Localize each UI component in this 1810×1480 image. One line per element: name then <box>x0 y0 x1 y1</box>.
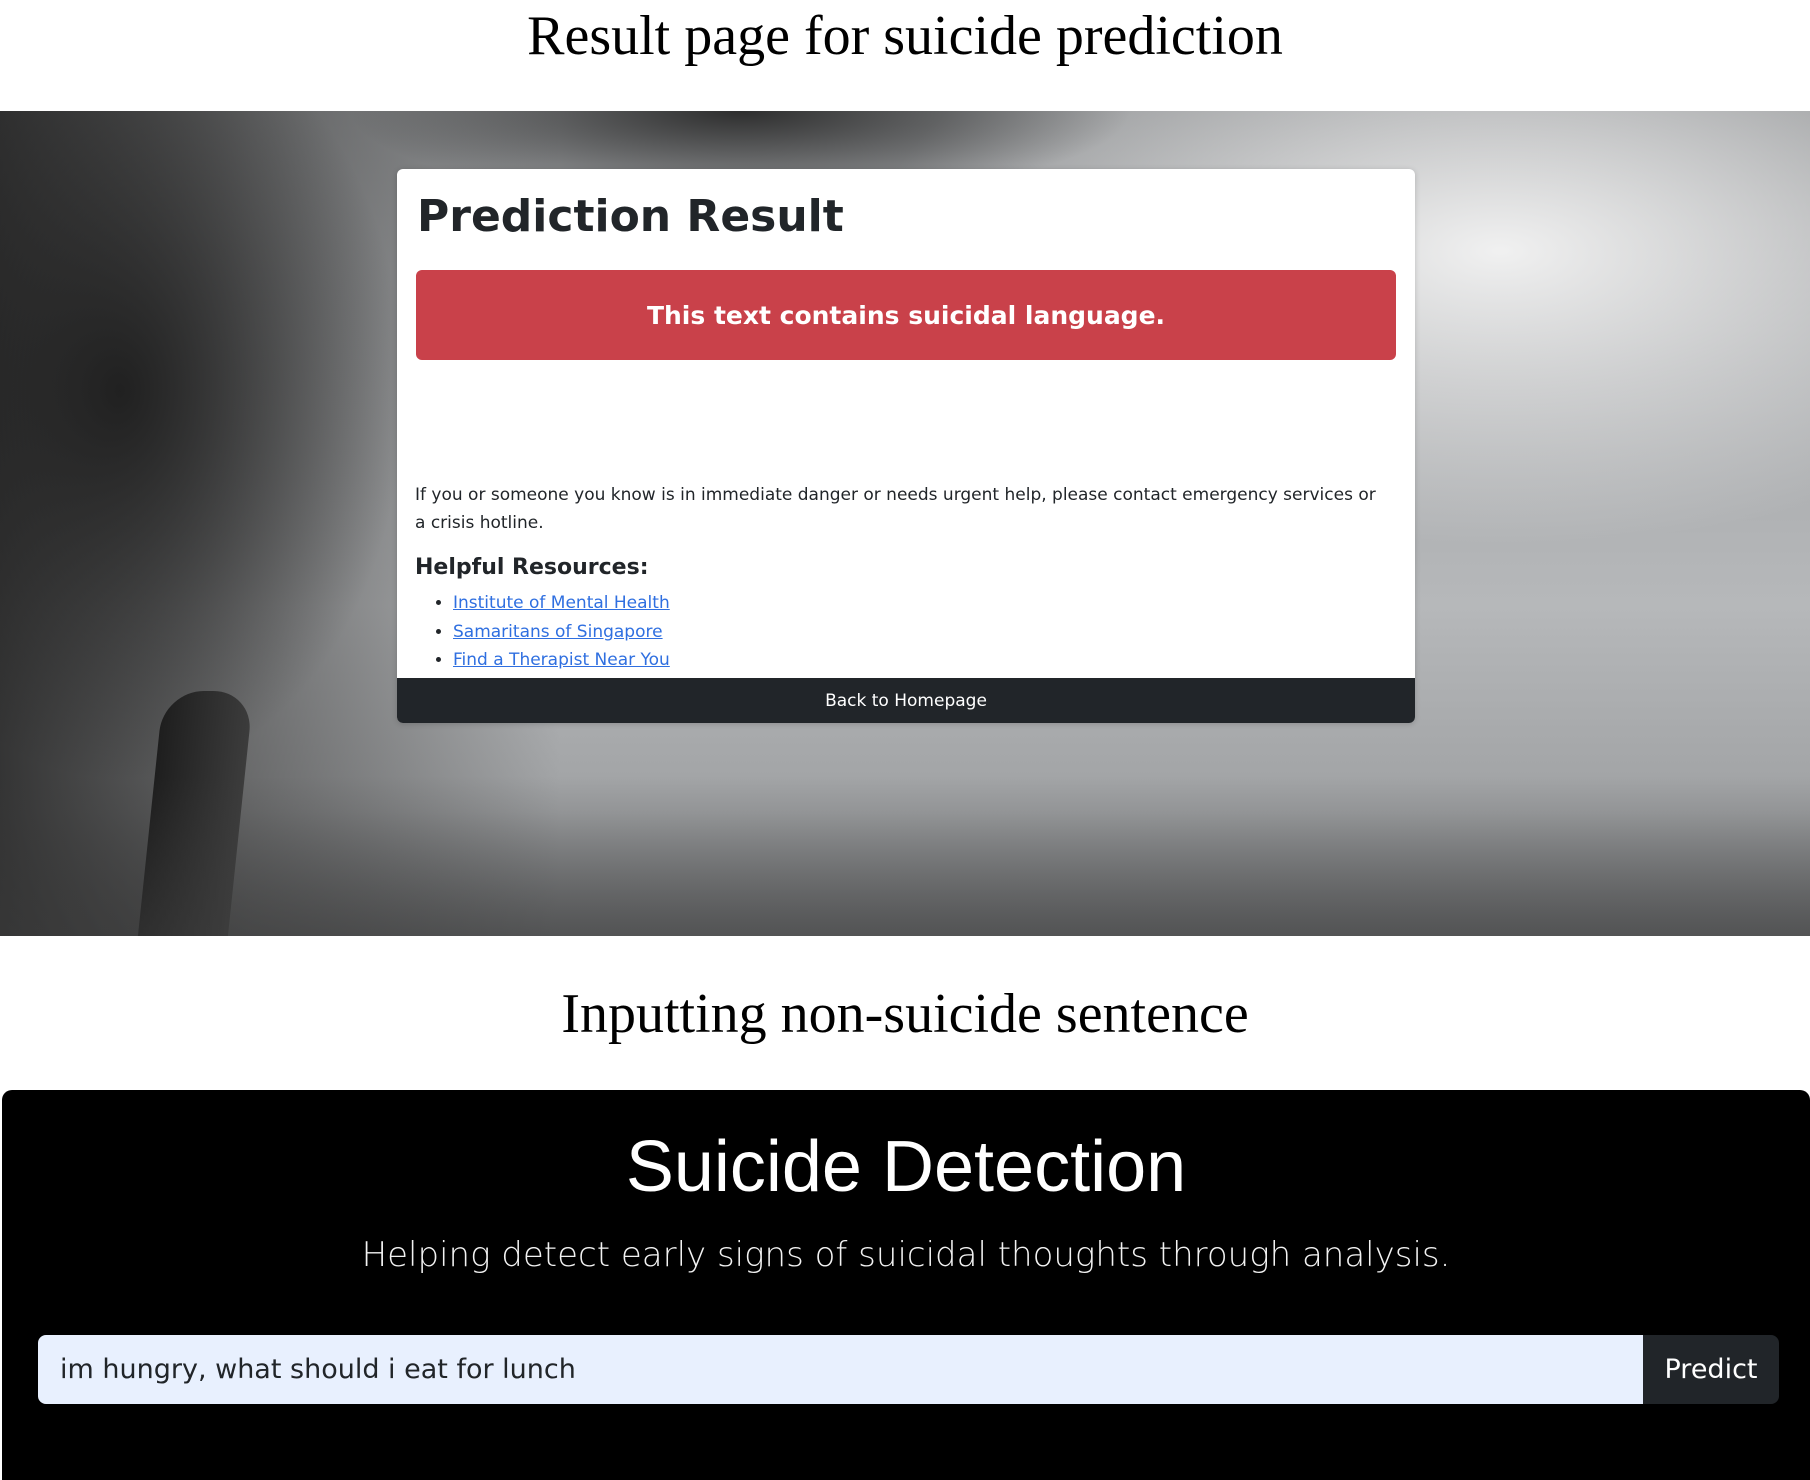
sentence-input[interactable] <box>38 1335 1643 1404</box>
caption-input-page: Inputting non-suicide sentence <box>561 983 1249 1045</box>
app-subtitle: Helping detect early signs of suicidal t… <box>361 1235 1451 1275</box>
caption-result-page: Result page for suicide prediction <box>527 5 1283 67</box>
resources-heading: Helpful Resources: <box>415 555 649 580</box>
help-text: If you or someone you know is in immedia… <box>415 485 1376 533</box>
back-button-label: Back to Homepage <box>825 690 987 711</box>
ground-shadow <box>0 776 1810 936</box>
list-item: Find a Therapist Near You <box>453 646 670 675</box>
list-item: Samaritans of Singapore <box>453 618 670 647</box>
app-title: Suicide Detection <box>625 1127 1187 1207</box>
resource-link-find-a-therapist[interactable]: Find a Therapist Near You <box>453 650 670 670</box>
list-item: Institute of Mental Health <box>453 589 670 618</box>
resource-link-institute-of-mental-health[interactable]: Institute of Mental Health <box>453 593 670 613</box>
result-card: Prediction Result This text contains sui… <box>397 169 1415 723</box>
resources-list: Institute of Mental Health Samaritans of… <box>415 589 670 675</box>
input-page-screenshot: Suicide Detection Helping detect early s… <box>2 1090 1810 1480</box>
page-title: Prediction Result <box>417 191 844 242</box>
prediction-form: Predict <box>38 1335 1779 1404</box>
back-to-homepage-button[interactable]: Back to Homepage <box>397 678 1415 723</box>
predict-button[interactable]: Predict <box>1643 1335 1779 1404</box>
predict-button-label: Predict <box>1664 1354 1758 1385</box>
result-page-screenshot: Prediction Result This text contains sui… <box>0 111 1810 936</box>
alert-text: This text contains suicidal language. <box>646 300 1166 330</box>
resource-link-samaritans-of-singapore[interactable]: Samaritans of Singapore <box>453 622 663 642</box>
danger-alert: This text contains suicidal language. <box>416 270 1396 360</box>
